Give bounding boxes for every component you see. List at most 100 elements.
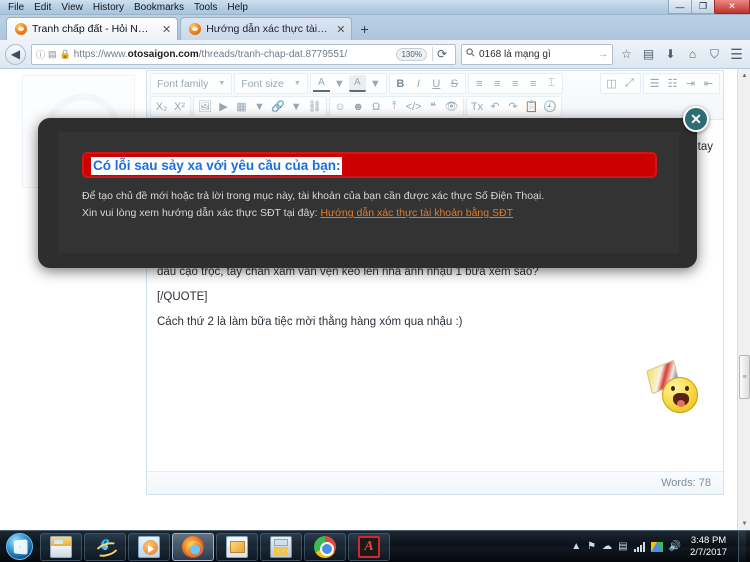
menu-help[interactable]: Help: [222, 1, 253, 15]
taskbar-item-internet-explorer[interactable]: [84, 532, 126, 561]
adobe-reader-icon: [358, 535, 380, 558]
clock[interactable]: 3:48 PM 2/7/2017: [687, 535, 732, 559]
taskbar-item-firefox[interactable]: [172, 532, 214, 561]
zoom-level-badge[interactable]: 130%: [396, 47, 427, 61]
cloud-icon[interactable]: ☁: [602, 541, 612, 552]
chevron-down-icon[interactable]: ▼: [331, 75, 348, 92]
verification-guide-link[interactable]: Hướng dẫn xác thực tài khoản bằng SĐT: [320, 207, 513, 219]
page-info-icon[interactable]: ⓘ: [36, 48, 45, 61]
show-desktop-button[interactable]: [738, 530, 746, 562]
menu-tools[interactable]: Tools: [189, 1, 222, 15]
align-center-button[interactable]: ≡: [489, 75, 506, 92]
taskbar-item-windows-explorer[interactable]: [40, 532, 82, 561]
network-signal-icon[interactable]: [633, 541, 645, 552]
library-icon[interactable]: ▤: [640, 47, 657, 61]
undo-icon[interactable]: ↶: [487, 98, 504, 115]
taskbar-item-media-player[interactable]: [128, 532, 170, 561]
taskbar-item-chrome[interactable]: [304, 532, 346, 561]
modal-close-button[interactable]: ✕: [683, 106, 709, 132]
menu-file[interactable]: File: [3, 1, 29, 15]
chevron-down-icon[interactable]: ▼: [251, 98, 268, 115]
tab-tranh-chap-dat[interactable]: Tranh chấp đất - Hỏi Nghi... ✕: [6, 17, 179, 40]
history-icon[interactable]: 🕘: [541, 98, 559, 115]
spoiler-icon[interactable]: 👁: [443, 98, 461, 115]
font-family-select[interactable]: Font family ▼: [150, 73, 233, 94]
taskbar-item-calculator[interactable]: [260, 532, 302, 561]
bullet-list-button[interactable]: ☰: [646, 75, 663, 92]
text-color-icon[interactable]: A: [312, 75, 330, 92]
font-size-select[interactable]: Font size ▼: [234, 73, 308, 94]
fullscreen-icon[interactable]: ⤢: [621, 75, 638, 92]
smilie-icon[interactable]: ☺: [332, 98, 349, 115]
superscript-button[interactable]: X²: [171, 98, 188, 115]
omega-icon[interactable]: Ω: [368, 98, 385, 115]
tray-expand-icon[interactable]: ▲: [571, 541, 581, 552]
clipboard-icon[interactable]: ▤: [618, 541, 627, 552]
url-bar[interactable]: ⓘ ▤ 🔒 https://www.otosaigon.com/threads/…: [31, 43, 456, 65]
page-scrollbar[interactable]: ▲ ≡ ▼: [737, 69, 750, 530]
action-center-flag-icon[interactable]: ⚑: [587, 541, 596, 552]
hamburger-menu-icon[interactable]: ☰: [728, 46, 745, 63]
subscript-button[interactable]: X₂: [153, 98, 170, 115]
image-icon[interactable]: 🖼: [196, 98, 214, 115]
justify-button[interactable]: ≡: [525, 75, 542, 92]
taskbar-item-adobe-reader[interactable]: [348, 532, 390, 561]
bookmark-star-icon[interactable]: ☆: [618, 47, 635, 61]
shield-icon[interactable]: ▤: [48, 49, 57, 60]
draft-icon[interactable]: ◫: [603, 75, 620, 92]
outdent-button[interactable]: ⇤: [700, 75, 717, 92]
pocket-icon[interactable]: ⛉: [706, 47, 723, 62]
clear-float-button[interactable]: ⌶: [543, 75, 560, 92]
paste-icon[interactable]: 📋: [523, 98, 541, 115]
smilie-filled-icon[interactable]: ☻: [350, 98, 367, 115]
video-icon[interactable]: ▶: [215, 98, 232, 115]
volume-icon[interactable]: 🔊: [669, 541, 681, 552]
remove-format-icon[interactable]: Tx: [469, 98, 486, 115]
table-icon[interactable]: ▦: [233, 98, 250, 115]
new-tab-button[interactable]: +: [354, 21, 376, 40]
taskbar-item-windows-explorer-2[interactable]: [216, 532, 258, 561]
unlink-icon[interactable]: ⛓: [306, 98, 324, 115]
bg-color-icon[interactable]: A: [348, 75, 366, 92]
folder-icon: [50, 535, 72, 558]
menu-history[interactable]: History: [88, 1, 129, 15]
scrollbar-up-arrow-icon[interactable]: ▲: [738, 69, 750, 82]
home-icon[interactable]: ⌂: [684, 47, 701, 61]
minimize-button[interactable]: —: [668, 0, 692, 14]
search-input[interactable]: 0168 là mạng gì: [479, 49, 551, 60]
tab-close-icon[interactable]: ✕: [159, 23, 171, 36]
reload-icon[interactable]: ⟳: [431, 47, 451, 61]
back-button[interactable]: ◀: [5, 43, 26, 65]
bold-button[interactable]: B: [392, 75, 409, 92]
search-go-icon[interactable]: →: [598, 49, 608, 60]
numbered-list-button[interactable]: ☷: [664, 75, 681, 92]
underline-button[interactable]: U: [428, 75, 445, 92]
downloads-icon[interactable]: ⬇: [662, 47, 679, 61]
search-bar[interactable]: 0168 là mạng gì →: [461, 43, 613, 65]
link-icon[interactable]: 🔗: [269, 98, 287, 115]
tab-close-icon[interactable]: ✕: [333, 23, 345, 36]
menu-bookmarks[interactable]: Bookmarks: [129, 1, 189, 15]
google-drive-icon[interactable]: [650, 541, 663, 552]
code-icon[interactable]: </>: [404, 98, 424, 115]
strikethrough-button[interactable]: S: [446, 75, 463, 92]
maximize-button[interactable]: ❐: [691, 0, 715, 14]
clock-time: 3:48 PM: [690, 534, 727, 546]
align-right-button[interactable]: ≡: [507, 75, 524, 92]
menu-edit[interactable]: Edit: [29, 1, 56, 15]
close-window-button[interactable]: ✕: [714, 0, 750, 14]
redo-icon[interactable]: ↷: [505, 98, 522, 115]
start-button[interactable]: [0, 532, 38, 562]
scrollbar-thumb[interactable]: ≡: [739, 355, 750, 399]
chevron-down-icon[interactable]: ▼: [288, 98, 305, 115]
italic-button[interactable]: I: [410, 75, 427, 92]
menu-view[interactable]: View: [56, 1, 88, 15]
align-left-button[interactable]: ≡: [471, 75, 488, 92]
quote-icon[interactable]: ❝: [425, 98, 442, 115]
chevron-down-icon[interactable]: ▼: [367, 75, 384, 92]
upload-icon[interactable]: ⤒: [386, 98, 403, 115]
lock-warning-icon[interactable]: 🔒: [60, 49, 71, 60]
indent-button[interactable]: ⇥: [682, 75, 699, 92]
tab-huong-dan-xac-thuc[interactable]: Hướng dẫn xác thực tài kh... ✕: [180, 17, 353, 40]
scrollbar-down-arrow-icon[interactable]: ▼: [738, 517, 750, 530]
